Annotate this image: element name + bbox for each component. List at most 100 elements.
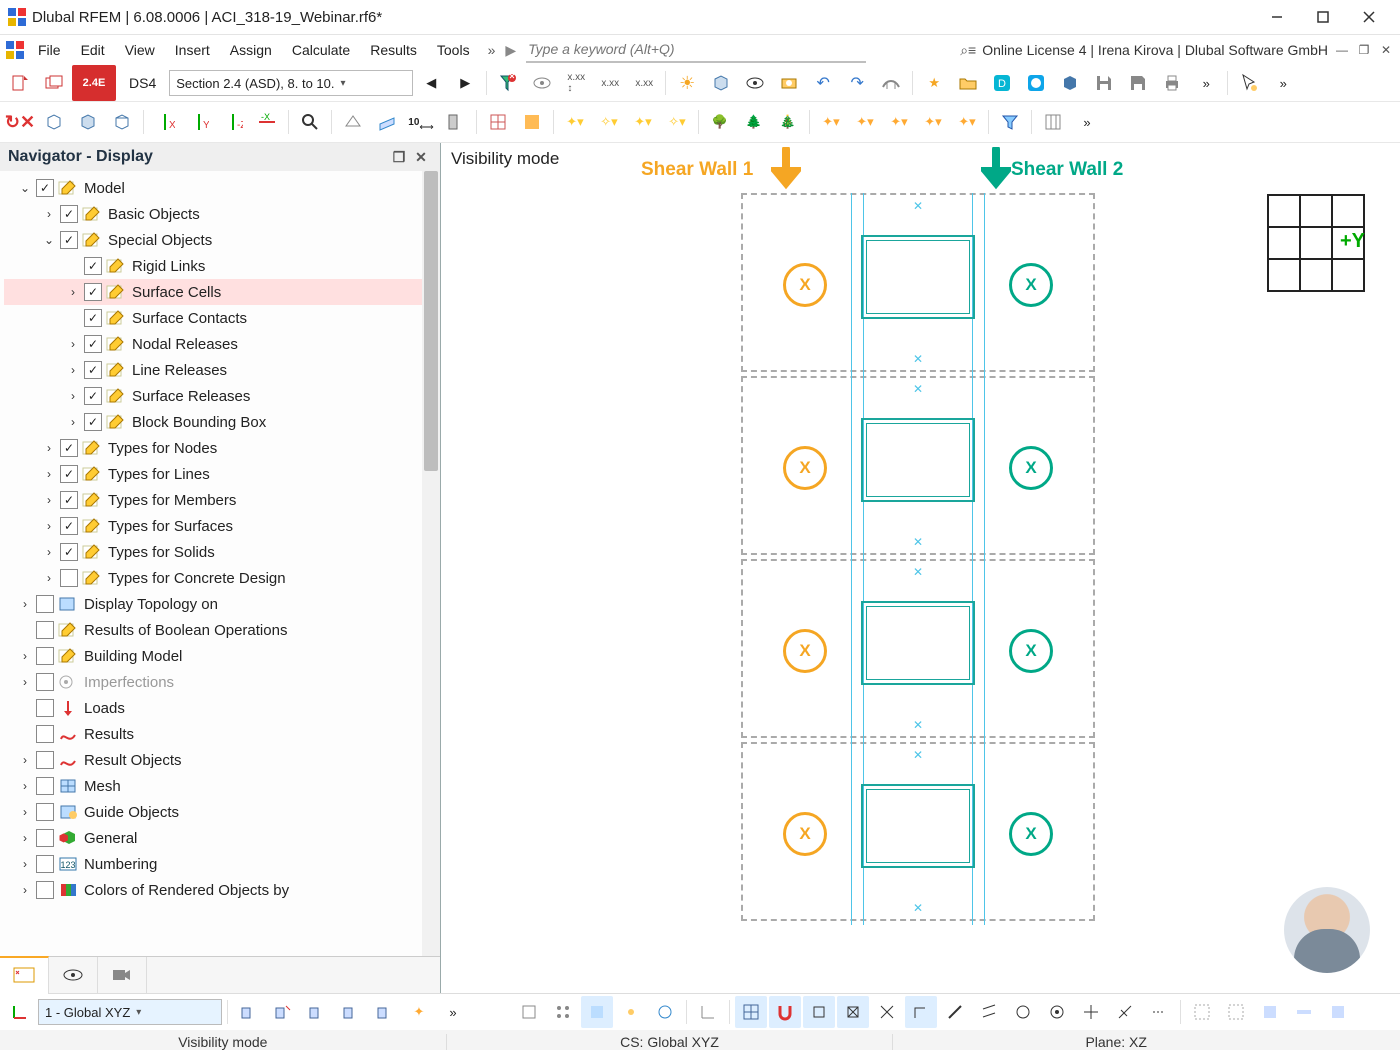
tree-item-guide-objects[interactable]: ›Guide Objects <box>4 799 440 825</box>
quick-search-input[interactable] <box>526 40 866 58</box>
tb-app1[interactable]: D <box>986 67 1018 99</box>
tree-twisty-icon[interactable]: › <box>18 831 32 845</box>
tree-twisty-icon[interactable]: › <box>18 883 32 897</box>
tree-item-display-topology-on[interactable]: ›Display Topology on <box>4 591 440 617</box>
viewport[interactable]: Visibility mode Shear Wall 1 Shear Wall … <box>441 143 1400 993</box>
tb2-plane[interactable] <box>371 106 403 138</box>
bt-cs[interactable] <box>4 996 36 1028</box>
tree-checkbox[interactable]: ✓ <box>84 335 102 353</box>
quick-search[interactable] <box>526 37 866 63</box>
tb-eye2[interactable] <box>739 67 771 99</box>
tree-checkbox[interactable]: ✓ <box>84 361 102 379</box>
tree-checkbox[interactable] <box>36 855 54 873</box>
tree-checkbox[interactable]: ✓ <box>60 205 78 223</box>
tree-checkbox[interactable] <box>36 699 54 717</box>
tb-sun[interactable]: ☀ <box>671 67 703 99</box>
bt-b4[interactable] <box>335 996 367 1028</box>
tb-dim1[interactable]: x.xx↕ <box>560 67 592 99</box>
menu-insert[interactable]: Insert <box>165 38 220 62</box>
tb-camera[interactable] <box>773 67 805 99</box>
tree-twisty-icon[interactable]: › <box>66 415 80 429</box>
tree-item-loads[interactable]: Loads <box>4 695 440 721</box>
tree-twisty-icon[interactable]: › <box>18 779 32 793</box>
tree-checkbox[interactable]: ✓ <box>60 543 78 561</box>
bt-s-x[interactable] <box>837 996 869 1028</box>
bt-g1[interactable] <box>1186 996 1218 1028</box>
bt-s-para[interactable] <box>973 996 1005 1028</box>
tree-twisty-icon[interactable]: › <box>66 337 80 351</box>
tb2-scale[interactable]: 10⟷ <box>405 106 437 138</box>
tb2-section[interactable] <box>439 106 471 138</box>
tb2-mesh1[interactable] <box>482 106 514 138</box>
tree-twisty-icon[interactable]: › <box>42 545 56 559</box>
tree-item-special-objects[interactable]: ⌄✓Special Objects <box>4 227 440 253</box>
bt-s-line[interactable] <box>939 996 971 1028</box>
tree-twisty-icon[interactable]: › <box>18 649 32 663</box>
tb2-axis-y[interactable]: Y <box>183 106 215 138</box>
bt-s-perp[interactable] <box>1109 996 1141 1028</box>
navigator-scrollbar[interactable] <box>422 171 440 956</box>
tb-next[interactable]: ▶ <box>449 67 481 99</box>
tree-twisty-icon[interactable]: › <box>42 571 56 585</box>
tb2-iso2[interactable] <box>72 106 104 138</box>
tree-checkbox[interactable] <box>36 673 54 691</box>
mdi-close-icon[interactable]: ✕ <box>1378 42 1394 58</box>
bt-g4[interactable] <box>1288 996 1320 1028</box>
tb-undo[interactable]: ↶ <box>807 67 839 99</box>
tb2-persp[interactable] <box>337 106 369 138</box>
tree-twisty-icon[interactable]: › <box>66 285 80 299</box>
menu-calculate[interactable]: Calculate <box>282 38 360 62</box>
bt-g3[interactable] <box>1254 996 1286 1028</box>
tree-checkbox[interactable]: ✓ <box>60 517 78 535</box>
tree-item-types-for-members[interactable]: ›✓Types for Members <box>4 487 440 513</box>
tb-open[interactable] <box>38 67 70 99</box>
tb-overflow1[interactable]: » <box>1190 67 1222 99</box>
navigator-tab-video[interactable] <box>98 957 147 993</box>
bt-b3[interactable] <box>301 996 333 1028</box>
tb2-iso1[interactable] <box>38 106 70 138</box>
tree-twisty-icon[interactable]: › <box>66 363 80 377</box>
tree-item-line-releases[interactable]: ›✓Line Releases <box>4 357 440 383</box>
tree-checkbox[interactable] <box>36 777 54 795</box>
tb-save-as[interactable] <box>1122 67 1154 99</box>
bt-snap3[interactable] <box>581 996 613 1028</box>
tree-checkbox[interactable] <box>36 621 54 639</box>
tree-item-results-of-boolean-operations[interactable]: Results of Boolean Operations <box>4 617 440 643</box>
tb-dim3[interactable]: x.xx <box>628 67 660 99</box>
tb-overflow2[interactable]: » <box>1267 67 1299 99</box>
tree-twisty-icon[interactable]: › <box>18 597 32 611</box>
tb2-grid[interactable] <box>1037 106 1069 138</box>
bt-s-xx[interactable] <box>871 996 903 1028</box>
mdi-minimize-icon[interactable]: — <box>1334 42 1350 58</box>
tb-dim2[interactable]: x.xx <box>594 67 626 99</box>
section-dropdown[interactable]: Section 2.4 (ASD), 8. to 10. ▾ <box>169 70 413 96</box>
tb-prev[interactable]: ◀ <box>415 67 447 99</box>
bt-b2[interactable] <box>267 996 299 1028</box>
search-help-icon[interactable]: ⌕≡ <box>960 42 976 59</box>
tb-bridge[interactable] <box>875 67 907 99</box>
tb2-opt1[interactable]: ✦▾ <box>815 106 847 138</box>
tb-ds-label[interactable]: DS4 <box>118 67 167 99</box>
mdi-restore-icon[interactable]: ❐ <box>1356 42 1372 58</box>
tree-twisty-icon[interactable]: › <box>42 467 56 481</box>
app-menu-icon[interactable] <box>6 41 24 59</box>
tb2-axis-neg[interactable]: -X <box>251 106 283 138</box>
tree-twisty-icon[interactable]: › <box>18 805 32 819</box>
tb2-opt3[interactable]: ✦▾ <box>883 106 915 138</box>
tree-item-types-for-nodes[interactable]: ›✓Types for Nodes <box>4 435 440 461</box>
tb-redo[interactable]: ↷ <box>841 67 873 99</box>
bt-b6[interactable]: ✦ <box>403 996 435 1028</box>
tree-twisty-icon[interactable]: › <box>42 207 56 221</box>
tb-star[interactable]: ★ <box>918 67 950 99</box>
tb2-funnel[interactable] <box>994 106 1026 138</box>
tree-item-imperfections[interactable]: ›Imperfections <box>4 669 440 695</box>
menu-overflow[interactable]: » <box>482 42 502 58</box>
tree-checkbox[interactable] <box>36 803 54 821</box>
bt-s-rect[interactable] <box>803 996 835 1028</box>
tree-twisty-icon[interactable]: › <box>42 441 56 455</box>
tb2-refresh[interactable]: ↻✕ <box>4 106 36 138</box>
tree-checkbox[interactable]: ✓ <box>84 309 102 327</box>
navigator-tab-views[interactable] <box>49 957 98 993</box>
tree-item-colors-of-rendered-objects-by[interactable]: ›Colors of Rendered Objects by <box>4 877 440 903</box>
tree-item-result-objects[interactable]: ›Result Objects <box>4 747 440 773</box>
